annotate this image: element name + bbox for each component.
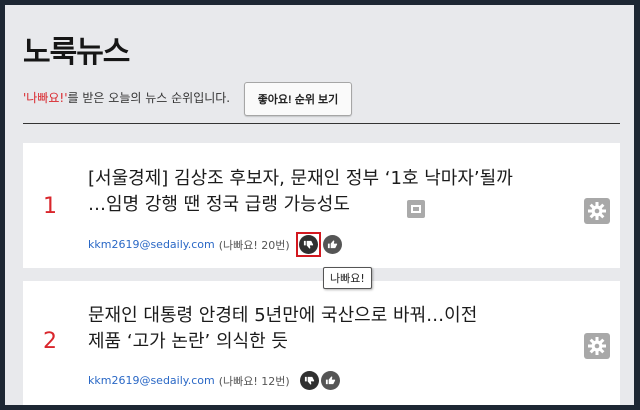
bad-vote-button[interactable]: [295, 232, 321, 257]
like-rank-button[interactable]: 좋아요! 순위 보기: [244, 82, 352, 116]
divider: [23, 123, 620, 124]
author-email[interactable]: kkm2619@sedaily.com: [88, 238, 215, 251]
headline-line: [서울경제] 김상조 후보자, 문재인 정부 ‘1호 낙마자’될까: [88, 168, 513, 189]
bad-count: (나빠요! 20번): [218, 238, 290, 252]
tooltip: 나빠요!: [323, 267, 372, 289]
headline-line: 제품 ‘고가 논란’ 의식한 듯: [88, 331, 288, 352]
app-frame: 노룩뉴스 '나빠요!' 를 받은 오늘의 뉴스 순위입니다. 좋아요! 순위 보…: [5, 5, 634, 405]
author-email[interactable]: kkm2619@sedaily.com: [88, 374, 215, 387]
gear-icon[interactable]: [584, 333, 610, 359]
headline-line: …임명 강행 땐 정국 급랭 가능성도: [88, 194, 350, 215]
thumbs-down-icon[interactable]: [299, 371, 319, 390]
news-card: 2 문재인 대통령 안경테 5년만에 국산으로 바꿔…이전 제품 ‘고가 논란’…: [23, 281, 620, 405]
gear-icon[interactable]: [584, 198, 610, 224]
headline-line: 문재인 대통령 안경테 5년만에 국산으로 바꿔…이전: [88, 305, 478, 326]
thumbs-down-icon: [298, 235, 318, 254]
thumbs-up-icon[interactable]: [322, 235, 342, 254]
news-card: 1 [서울경제] 김상조 후보자, 문재인 정부 ‘1호 낙마자’될까 …임명 …: [23, 143, 620, 268]
rank-number: 2: [43, 329, 57, 354]
bad-count: (나빠요! 12번): [218, 374, 290, 388]
article-meta: kkm2619@sedaily.com (나빠요! 20번): [88, 232, 342, 257]
page-title: 노룩뉴스: [23, 35, 130, 70]
image-icon: [407, 200, 425, 218]
headline-link[interactable]: [서울경제] 김상조 후보자, 문재인 정부 ‘1호 낙마자’될까 …임명 강행…: [88, 166, 568, 218]
subtitle-highlight: '나빠요!': [23, 91, 68, 105]
headline-link[interactable]: 문재인 대통령 안경테 5년만에 국산으로 바꿔…이전 제품 ‘고가 논란’ 의…: [88, 303, 568, 355]
article-meta: kkm2619@sedaily.com (나빠요! 12번): [88, 371, 340, 390]
thumbs-up-icon[interactable]: [320, 371, 340, 390]
rank-number: 1: [43, 194, 57, 219]
page-subtitle: '나빠요!' 를 받은 오늘의 뉴스 순위입니다.: [23, 89, 230, 106]
subtitle-text: 를 받은 오늘의 뉴스 순위입니다.: [67, 91, 231, 105]
